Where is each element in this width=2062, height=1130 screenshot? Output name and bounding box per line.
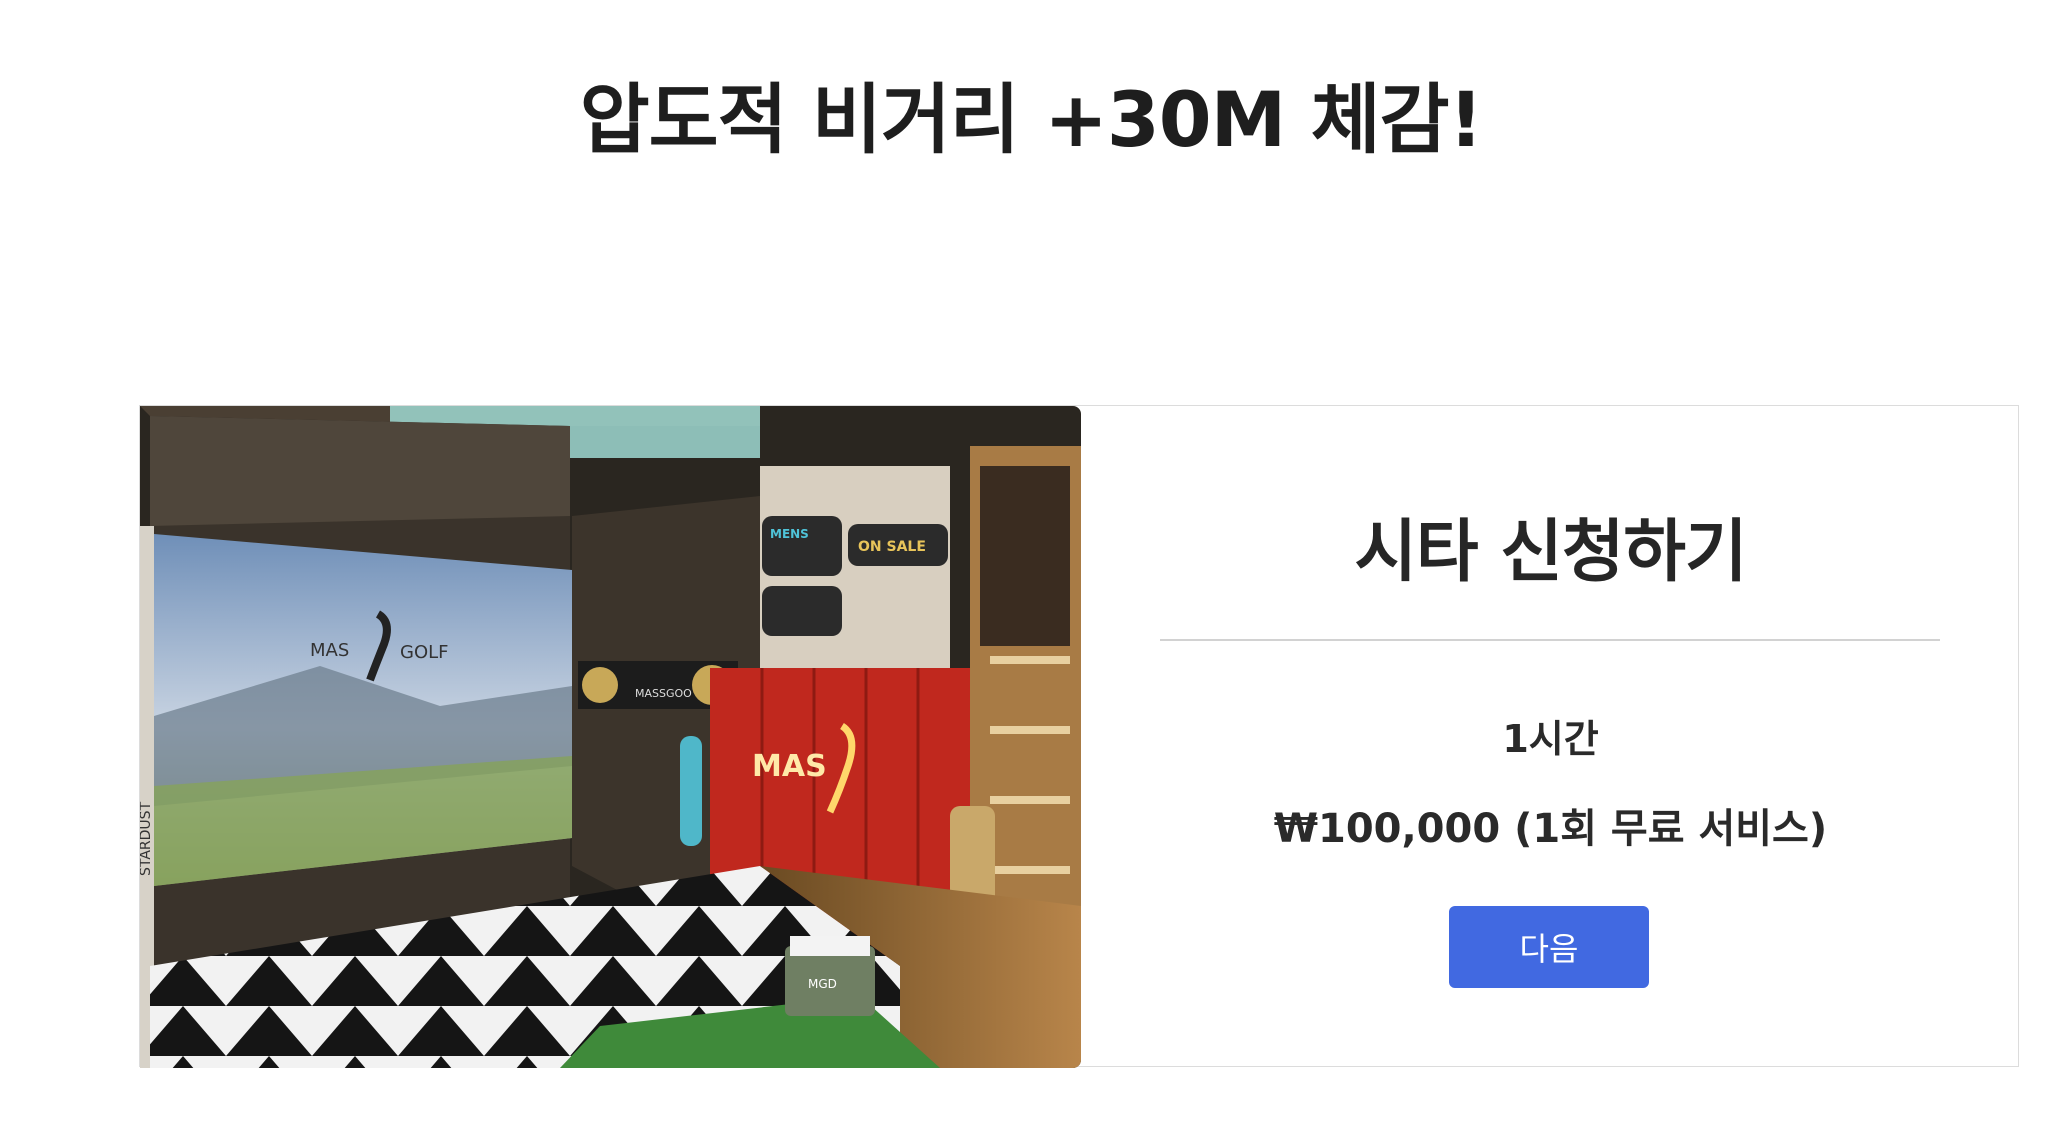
locker-logo: MAS — [752, 749, 827, 784]
session-price: ₩100,000 (1회 무료 서비스) — [1273, 806, 1828, 852]
sign-mens: MENS — [770, 527, 809, 541]
sign-onsale: ON SALE — [858, 539, 926, 555]
booking-title: 시타 신청하기 — [1354, 513, 1747, 592]
trial-booking-card: MAS GOLF STARDUST MASSGOO MENS ON SALE M… — [139, 405, 2020, 1068]
page: 압도적 비거리 +30M 체감! MAS GOLF STARDUST MASSG… — [0, 0, 2062, 1130]
golf-bay-photo: MAS GOLF STARDUST MASSGOO MENS ON SALE M… — [140, 406, 1081, 1068]
session-duration: 1시간 — [1502, 717, 1599, 761]
booking-info-panel: 시타 신청하기 1시간 ₩100,000 (1회 무료 서비스) 다음 — [1081, 406, 2020, 1068]
next-button[interactable]: 다음 — [1449, 906, 1649, 988]
title-divider — [1160, 639, 1940, 641]
screen-logo-left: MAS — [310, 640, 349, 661]
banner-text: MASSGOO — [635, 687, 692, 700]
page-headline: 압도적 비거리 +30M 체감! — [579, 75, 1483, 164]
screen-logo-right: GOLF — [400, 642, 449, 663]
ball-cart-text: MGD — [808, 977, 837, 991]
side-pillar-text: STARDUST — [140, 801, 154, 876]
